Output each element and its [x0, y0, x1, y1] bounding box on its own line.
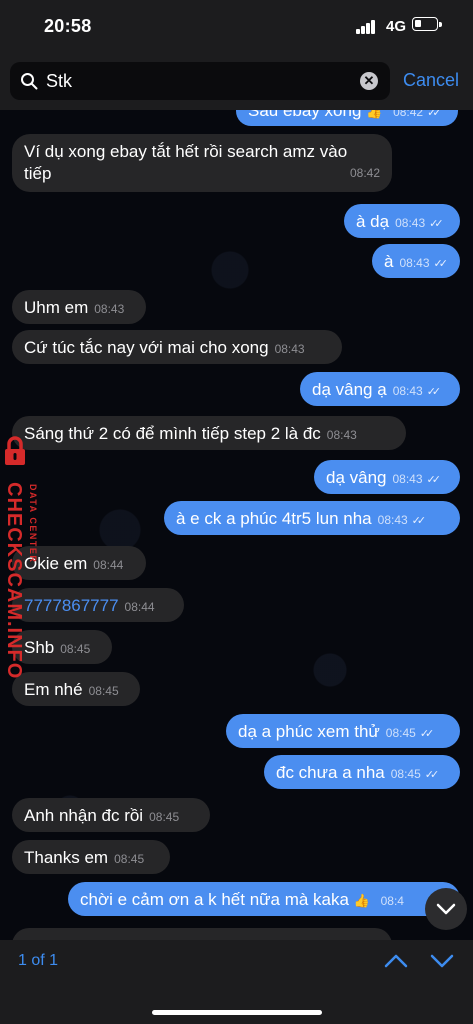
- home-indicator: [152, 1010, 322, 1015]
- message-time: 08:45: [149, 810, 180, 824]
- chat-history[interactable]: Sau ebay xong 👍 08:42 ✓✓ Ví dụ xong ebay …: [0, 110, 473, 940]
- message-bubble-outgoing[interactable]: chời e cảm ơn a k hết nữa mà kaka 👍 08:4: [68, 882, 460, 916]
- message-text: Thanks em: [24, 848, 109, 867]
- message-time: 08:42: [393, 110, 424, 119]
- message-time: 08:44: [124, 600, 155, 614]
- message-text: dạ vâng: [326, 468, 387, 487]
- message-text: à: [384, 252, 394, 271]
- message-text: Uhm em: [24, 298, 89, 317]
- message-bubble-outgoing[interactable]: à dạ 08:43 ✓✓: [344, 204, 460, 238]
- message-text: Sáng thứ 2 có để mình tiếp step 2 là đc: [24, 424, 321, 443]
- message-text: Shb: [24, 638, 55, 657]
- message-time: 08:43: [274, 342, 305, 356]
- message-text: à dạ: [356, 212, 390, 231]
- read-ticks-icon: ✓✓: [424, 769, 440, 781]
- message-text: à e ck a phúc 4tr5 lun nha: [176, 509, 372, 528]
- read-ticks-icon: ✓✓: [427, 110, 442, 119]
- message-bubble-outgoing[interactable]: à 08:43 ✓✓: [372, 244, 460, 278]
- message-text: dạ a phúc xem thử: [238, 722, 380, 741]
- network-type: 4G: [386, 18, 407, 35]
- message-time: 08:45: [390, 767, 421, 781]
- search-header: Stk ✕ Cancel: [0, 54, 473, 110]
- watermark-subtitle: DATA CENTER: [28, 484, 38, 564]
- read-ticks-icon: ✓✓: [411, 515, 427, 527]
- lock-icon: [5, 436, 25, 465]
- message-text: Sau ebay xong: [248, 110, 362, 120]
- status-time: 20:58: [44, 16, 92, 36]
- result-count: 1 of 1: [18, 952, 59, 969]
- read-ticks-icon: ✓✓: [419, 728, 435, 740]
- scroll-down-icon: [436, 903, 456, 915]
- message-time: 08:43: [94, 302, 125, 316]
- message-time: 08:44: [93, 558, 124, 572]
- message-bubble-outgoing[interactable]: đc chưa a nha 08:45 ✓✓: [264, 755, 460, 789]
- message-time: 08:43: [392, 472, 423, 486]
- status-bar: 20:58 4G: [0, 0, 473, 54]
- account-number-link[interactable]: 7777867777: [24, 596, 119, 615]
- message-bubble-incoming[interactable]: Em nhé 08:45: [12, 672, 140, 706]
- message-time: 08:43: [395, 216, 426, 230]
- message-time: 08:45: [60, 642, 91, 656]
- message-time: 08:4: [380, 894, 404, 908]
- message-bubble-incoming[interactable]: Ví dụ xong ebay tắt hết rồi search amz v…: [12, 134, 392, 192]
- clear-icon[interactable]: ✕: [360, 72, 378, 90]
- message-bubble-incoming[interactable]: 7777867777 08:44: [12, 588, 184, 622]
- message-text: dạ vâng ạ: [312, 380, 387, 399]
- message-bubble-incoming[interactable]: [12, 928, 392, 940]
- read-ticks-icon: ✓✓: [426, 474, 442, 486]
- read-ticks-icon: ✓✓: [433, 258, 449, 270]
- message-time: 08:43: [377, 513, 408, 527]
- search-icon: [21, 73, 38, 90]
- message-text-line2: tiếp: [24, 164, 52, 183]
- message-text: Ví dụ xong ebay tắt hết rồi search amz v…: [24, 142, 348, 161]
- message-bubble-incoming[interactable]: Anh nhận đc rồi 08:45: [12, 798, 210, 832]
- message-bubble-incoming[interactable]: Uhm em 08:43: [12, 290, 146, 324]
- message-text: Anh nhận đc rồi: [24, 806, 144, 825]
- battery-icon: [412, 17, 442, 31]
- message-time: 08:45: [114, 852, 145, 866]
- message-bubble-incoming[interactable]: Thanks em 08:45: [12, 840, 170, 874]
- message-text: Cứ túc tắc nay với mai cho xong: [24, 338, 269, 357]
- message-time: 08:45: [88, 684, 119, 698]
- cancel-button[interactable]: Cancel: [403, 70, 459, 91]
- search-query: Stk: [46, 71, 73, 91]
- message-bubble-outgoing[interactable]: Sau ebay xong 👍 08:42 ✓✓: [236, 110, 458, 126]
- scroll-down-button[interactable]: [425, 888, 467, 930]
- chevron-down-icon[interactable]: [430, 952, 454, 970]
- message-bubble-outgoing[interactable]: dạ vâng 08:43 ✓✓: [314, 460, 460, 494]
- thumbs-up-emoji: 👍: [353, 893, 370, 908]
- message-bubble-outgoing[interactable]: à e ck a phúc 4tr5 lun nha 08:43 ✓✓: [164, 501, 460, 535]
- read-ticks-icon: ✓✓: [429, 218, 444, 230]
- message-text: đc chưa a nha: [276, 763, 385, 782]
- chevron-up-icon[interactable]: [384, 952, 408, 970]
- message-time: 08:43: [399, 256, 430, 270]
- message-bubble-incoming[interactable]: Shb 08:45: [12, 630, 112, 664]
- cellular-signal-icon: [356, 20, 380, 34]
- message-time: 08:42: [349, 166, 380, 180]
- search-input[interactable]: Stk ✕: [10, 62, 390, 100]
- message-time: 08:45: [385, 726, 416, 740]
- read-ticks-icon: ✓✓: [426, 386, 442, 398]
- message-time: 08:43: [326, 428, 357, 442]
- message-text: Em nhé: [24, 680, 83, 699]
- message-bubble-incoming[interactable]: Cứ túc tắc nay với mai cho xong 08:43: [12, 330, 342, 364]
- thumbs-up-emoji: 👍: [366, 110, 383, 119]
- message-time: 08:43: [392, 384, 423, 398]
- message-bubble-incoming[interactable]: Sáng thứ 2 có để mình tiếp step 2 là đc 0…: [12, 416, 406, 450]
- search-results-bar: 1 of 1: [0, 940, 473, 1024]
- message-text: chời e cảm ơn a k hết nữa mà kaka: [80, 890, 349, 909]
- watermark-brand: CHECKSCAM.INFO: [3, 482, 25, 680]
- message-bubble-outgoing[interactable]: dạ vâng ạ 08:43 ✓✓: [300, 372, 460, 406]
- message-bubble-outgoing[interactable]: dạ a phúc xem thử 08:45 ✓✓: [226, 714, 460, 748]
